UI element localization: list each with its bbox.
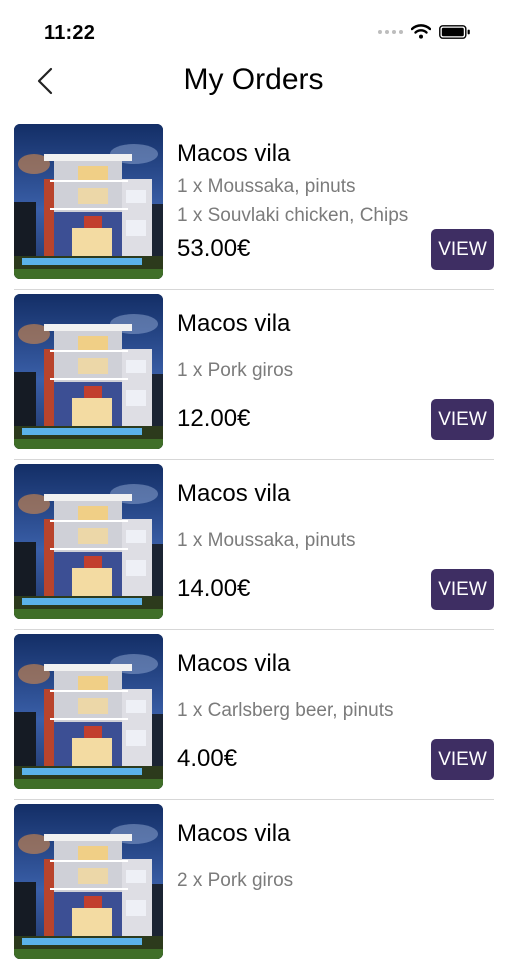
battery-icon bbox=[439, 24, 470, 39]
restaurant-name: Macos vila bbox=[177, 140, 291, 167]
orders-list: Macos vila 1 x Moussaka, pinuts 1 x Souv… bbox=[0, 120, 507, 970]
order-total: 4.00€ bbox=[177, 745, 238, 772]
order-item: 1 x Moussaka, pinuts bbox=[177, 176, 356, 197]
navigation-bar: My Orders bbox=[0, 55, 507, 110]
restaurant-name: Macos vila bbox=[177, 480, 291, 507]
order-item: 2 x Pork giros bbox=[177, 870, 294, 891]
order-card[interactable]: Macos vila 1 x Moussaka, pinuts 14.00€ V… bbox=[0, 460, 507, 630]
order-item: 1 x Pork giros bbox=[177, 360, 294, 381]
order-item: 1 x Moussaka, pinuts bbox=[177, 530, 356, 551]
order-item: 1 x Carlsberg beer, pinuts bbox=[177, 700, 394, 721]
restaurant-image bbox=[14, 804, 163, 959]
status-bar: 11:22 bbox=[0, 0, 507, 50]
view-order-button[interactable]: VIEW bbox=[431, 229, 494, 270]
view-order-button[interactable]: VIEW bbox=[431, 569, 494, 610]
restaurant-image bbox=[14, 124, 163, 279]
order-card[interactable]: Macos vila 1 x Carlsberg beer, pinuts 4.… bbox=[0, 630, 507, 800]
restaurant-image bbox=[14, 294, 163, 449]
order-total: 12.00€ bbox=[177, 405, 251, 432]
order-card[interactable]: Macos vila 1 x Pork giros 12.00€ VIEW bbox=[0, 290, 507, 460]
order-card[interactable]: Macos vila 2 x Pork giros bbox=[0, 800, 507, 970]
order-card[interactable]: Macos vila 1 x Moussaka, pinuts 1 x Souv… bbox=[0, 120, 507, 290]
order-item: 1 x Souvlaki chicken, Chips bbox=[177, 205, 409, 226]
view-order-button[interactable]: VIEW bbox=[431, 399, 494, 440]
order-total: 53.00€ bbox=[177, 235, 251, 262]
restaurant-name: Macos vila bbox=[177, 310, 291, 337]
restaurant-image bbox=[14, 464, 163, 619]
order-total: 14.00€ bbox=[177, 575, 251, 602]
status-icons bbox=[378, 24, 471, 39]
restaurant-image bbox=[14, 634, 163, 789]
restaurant-name: Macos vila bbox=[177, 820, 291, 847]
view-order-button[interactable]: VIEW bbox=[431, 739, 494, 780]
wifi-icon bbox=[411, 24, 431, 39]
restaurant-name: Macos vila bbox=[177, 650, 291, 677]
status-time: 11:22 bbox=[44, 22, 96, 44]
signal-dots-icon bbox=[378, 29, 403, 34]
page-title: My Orders bbox=[183, 63, 324, 96]
